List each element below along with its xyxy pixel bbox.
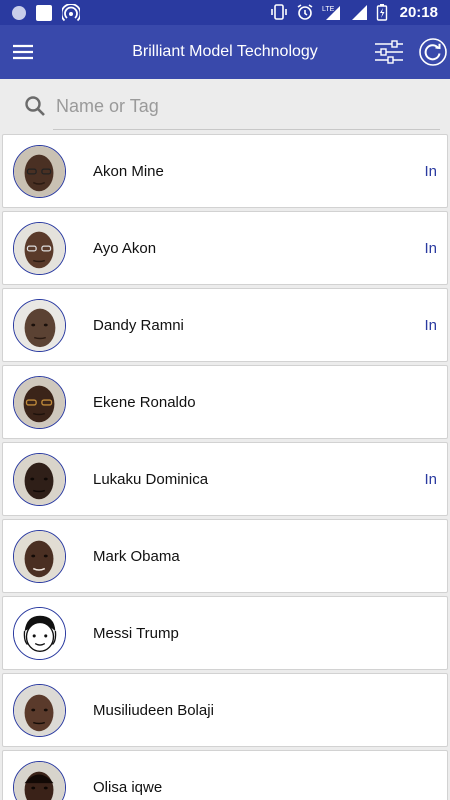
avatar	[13, 222, 66, 275]
notification-dot-icon	[12, 6, 26, 20]
list-item[interactable]: Akon Mine In	[2, 134, 448, 208]
vibrate-icon	[270, 3, 288, 21]
app-bar: Brilliant Model Technology	[0, 25, 450, 79]
status-label: In	[424, 240, 437, 257]
avatar	[13, 376, 66, 429]
contact-name: Lukaku Dominica	[93, 471, 209, 488]
refresh-icon[interactable]	[418, 37, 448, 67]
status-bar: LTE 20:18	[0, 0, 450, 25]
status-label: In	[424, 471, 437, 488]
avatar	[13, 607, 66, 660]
contact-name: Ayo Akon	[93, 240, 157, 257]
list-item[interactable]: Mark Obama	[2, 519, 448, 593]
contact-name: Akon Mine	[93, 163, 164, 180]
contact-name: Mark Obama	[93, 548, 180, 565]
search-underline	[53, 129, 440, 130]
alarm-icon	[296, 3, 314, 21]
search-input[interactable]	[56, 91, 440, 121]
list-item[interactable]: Ekene Ronaldo	[2, 365, 448, 439]
avatar	[13, 530, 66, 583]
signal-icon	[350, 3, 368, 21]
clock-time: 20:18	[399, 3, 438, 21]
contact-name: Dandy Ramni	[93, 317, 184, 334]
notification-square-icon	[36, 5, 52, 21]
list-item[interactable]: Ayo Akon In	[2, 211, 448, 285]
lte-label: LTE	[322, 6, 335, 13]
contact-name: Musiliudeen Bolaji	[93, 702, 214, 719]
contact-name: Olisa iqwe	[93, 779, 163, 796]
avatar	[13, 684, 66, 737]
list-item[interactable]: Olisa iqwe	[2, 750, 448, 800]
avatar	[13, 453, 66, 506]
avatar	[13, 761, 66, 800]
list-item[interactable]: Dandy Ramni In	[2, 288, 448, 362]
lte-signal-icon: LTE	[322, 3, 342, 21]
list-item[interactable]: Musiliudeen Bolaji	[2, 673, 448, 747]
search-bar	[0, 79, 450, 134]
hotspot-icon	[62, 4, 80, 22]
status-label: In	[424, 317, 437, 334]
avatar	[13, 145, 66, 198]
contact-name: Messi Trump	[93, 625, 179, 642]
filter-sliders-icon[interactable]	[372, 37, 406, 67]
list-item[interactable]: Messi Trump	[2, 596, 448, 670]
battery-charging-icon	[376, 3, 388, 21]
contact-name: Ekene Ronaldo	[93, 394, 196, 411]
avatar	[13, 299, 66, 352]
search-icon[interactable]	[24, 95, 46, 117]
status-label: In	[424, 163, 437, 180]
list-item[interactable]: Lukaku Dominica In	[2, 442, 448, 516]
